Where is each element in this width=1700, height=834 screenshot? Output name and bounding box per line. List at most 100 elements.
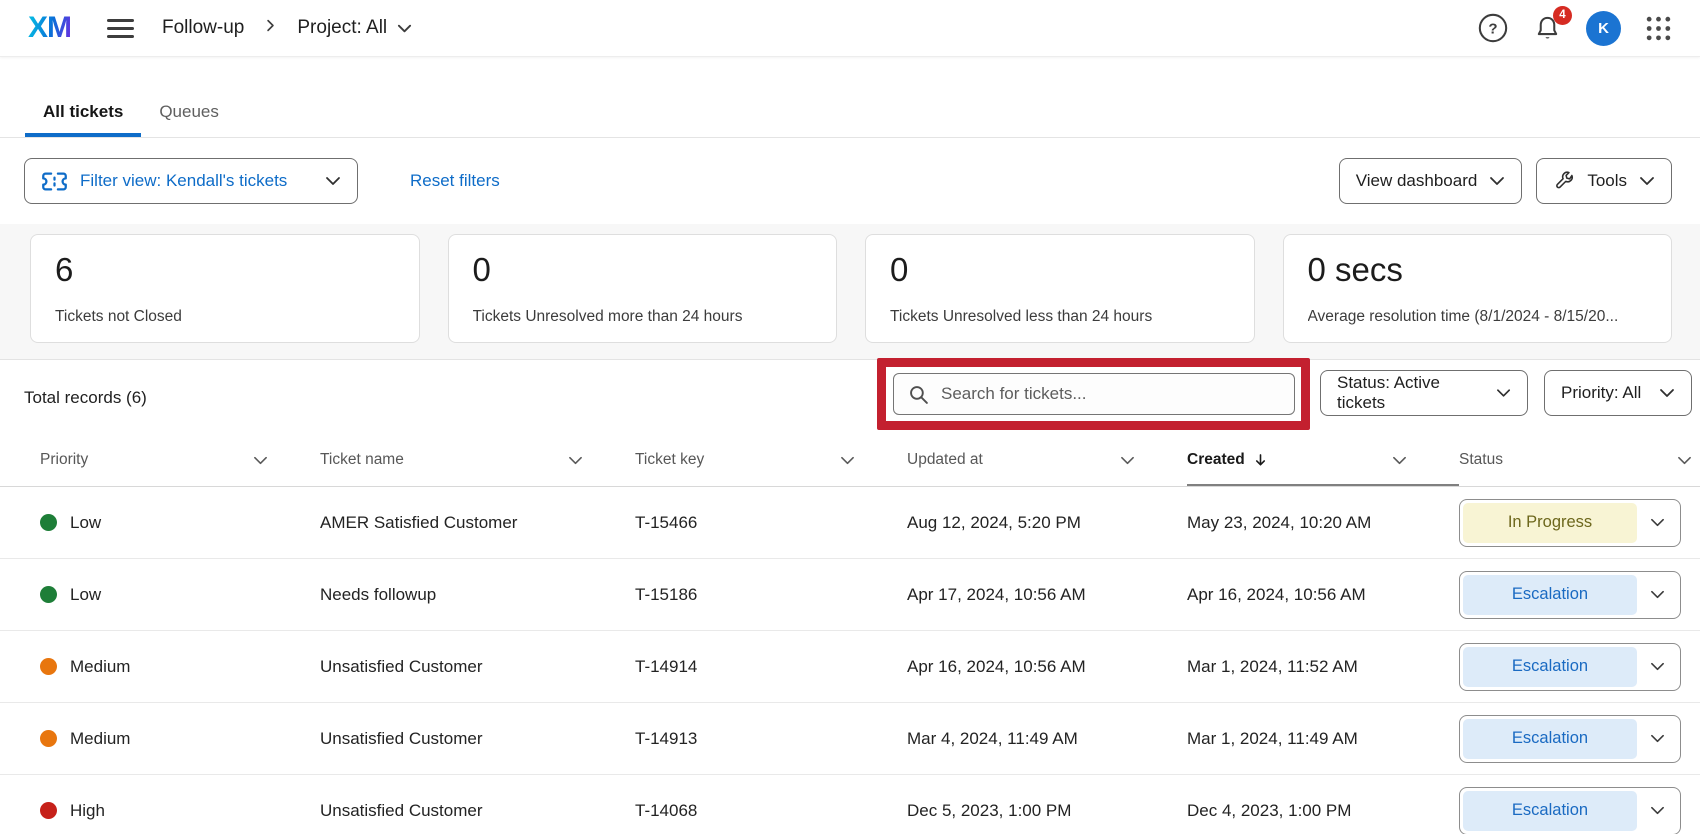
column-header-priority[interactable]: Priority: [40, 434, 320, 486]
cell-ticket-name[interactable]: Unsatisfied Customer: [320, 729, 635, 749]
cell-ticket-key: T-14914: [635, 657, 907, 677]
notifications-bell-icon[interactable]: 4: [1533, 13, 1562, 44]
chevron-down-icon: [1650, 731, 1665, 746]
updated-at: Apr 17, 2024, 10:56 AM: [907, 585, 1086, 605]
menu-icon[interactable]: [107, 19, 134, 38]
priority-label: Medium: [70, 657, 130, 677]
reset-filters-link[interactable]: Reset filters: [410, 171, 500, 191]
tools-dropdown[interactable]: Tools: [1536, 158, 1672, 204]
status-badge: Escalation: [1463, 791, 1637, 831]
project-selector[interactable]: Project: All: [297, 17, 412, 39]
chevron-down-icon[interactable]: [1637, 575, 1677, 615]
priority-label: Low: [70, 585, 101, 605]
wrench-icon: [1553, 170, 1575, 192]
cell-ticket-key: T-15466: [635, 513, 907, 533]
column-label: Created: [1187, 451, 1245, 469]
table-controls: Total records (6) Status: Active tickets…: [0, 360, 1700, 434]
status-dropdown[interactable]: Escalation: [1459, 571, 1681, 619]
column-header-status[interactable]: Status: [1459, 434, 1700, 486]
status-dropdown[interactable]: Escalation: [1459, 643, 1681, 691]
status-dropdown[interactable]: In Progress: [1459, 499, 1681, 547]
column-header-created[interactable]: Created: [1187, 434, 1459, 486]
stat-card-tickets-unresolved-less-: 0 Tickets Unresolved less than 24 hours: [865, 234, 1255, 343]
cell-priority: Low: [40, 513, 320, 533]
cell-ticket-name[interactable]: Unsatisfied Customer: [320, 801, 635, 821]
cell-priority: Medium: [40, 729, 320, 749]
created-at: Mar 1, 2024, 11:52 AM: [1187, 657, 1358, 677]
cell-updated-at: Mar 4, 2024, 11:49 AM: [907, 729, 1187, 749]
ticket-search[interactable]: [893, 373, 1295, 415]
column-label: Priority: [40, 451, 88, 469]
help-icon[interactable]: ?: [1477, 12, 1509, 44]
status-badge: In Progress: [1463, 503, 1637, 543]
table-row[interactable]: Medium Unsatisfied Customer T-14913 Mar …: [0, 703, 1700, 775]
updated-at: Mar 4, 2024, 11:49 AM: [907, 729, 1078, 749]
ticket-name: Needs followup: [320, 585, 436, 605]
stat-value: 0: [473, 251, 813, 289]
cell-status: Escalation: [1459, 643, 1700, 691]
cell-updated-at: Aug 12, 2024, 5:20 PM: [907, 513, 1187, 533]
notification-badge: 4: [1553, 6, 1572, 25]
column-label: Ticket key: [635, 451, 704, 469]
cell-status: Escalation: [1459, 715, 1700, 763]
chevron-down-icon[interactable]: [1637, 719, 1677, 759]
column-header-ticket-name[interactable]: Ticket name: [320, 434, 635, 486]
chevron-down-icon[interactable]: [1637, 647, 1677, 687]
search-input[interactable]: [941, 384, 1280, 404]
cell-ticket-name[interactable]: AMER Satisfied Customer: [320, 513, 635, 533]
tab-queues[interactable]: Queues: [141, 90, 237, 137]
cell-status: In Progress: [1459, 499, 1700, 547]
created-at: Dec 4, 2023, 1:00 PM: [1187, 801, 1351, 821]
created-at: Apr 16, 2024, 10:56 AM: [1187, 585, 1366, 605]
chevron-down-icon: [1120, 453, 1135, 468]
cell-updated-at: Apr 16, 2024, 10:56 AM: [907, 657, 1187, 677]
cell-status: Escalation: [1459, 787, 1700, 834]
status-dropdown[interactable]: Escalation: [1459, 787, 1681, 834]
breadcrumb-section[interactable]: Follow-up: [162, 17, 244, 39]
status-filter-dropdown[interactable]: Status: Active tickets: [1320, 370, 1528, 416]
cell-ticket-key: T-15186: [635, 585, 907, 605]
table-row[interactable]: Low Needs followup T-15186 Apr 17, 2024,…: [0, 559, 1700, 631]
stat-card-average-resolution-time-: 0 secs Average resolution time (8/1/2024…: [1283, 234, 1673, 343]
column-header-updated-at[interactable]: Updated at: [907, 434, 1187, 486]
cell-priority: Low: [40, 585, 320, 605]
stat-label: Tickets not Closed: [55, 308, 395, 326]
stat-value: 0 secs: [1308, 251, 1648, 289]
chevron-down-icon: [1639, 173, 1655, 189]
sort-desc-icon: [1253, 453, 1268, 468]
view-dashboard-dropdown[interactable]: View dashboard: [1339, 158, 1523, 204]
chevron-down-icon: [1650, 515, 1665, 530]
cell-created: May 23, 2024, 10:20 AM: [1187, 513, 1459, 533]
chevron-down-icon[interactable]: [1637, 503, 1677, 543]
chevron-down-icon: [1392, 453, 1407, 468]
cell-created: Mar 1, 2024, 11:52 AM: [1187, 657, 1459, 677]
column-label: Ticket name: [320, 451, 404, 469]
priority-dot: [40, 658, 57, 675]
table-row[interactable]: Low AMER Satisfied Customer T-15466 Aug …: [0, 487, 1700, 559]
filter-view-dropdown[interactable]: Filter view: Kendall's tickets: [24, 158, 358, 204]
ticket-name: Unsatisfied Customer: [320, 729, 483, 749]
table-row[interactable]: Medium Unsatisfied Customer T-14914 Apr …: [0, 631, 1700, 703]
stat-label: Average resolution time (8/1/2024 - 8/15…: [1308, 308, 1648, 326]
status-dropdown[interactable]: Escalation: [1459, 715, 1681, 763]
column-label: Updated at: [907, 451, 983, 469]
chevron-down-icon[interactable]: [1637, 791, 1677, 831]
tab-all-tickets[interactable]: All tickets: [25, 90, 141, 137]
chevron-down-icon: [1650, 587, 1665, 602]
cell-created: Apr 16, 2024, 10:56 AM: [1187, 585, 1459, 605]
stat-label: Tickets Unresolved more than 24 hours: [473, 308, 813, 326]
app-grid-icon[interactable]: [1645, 15, 1672, 42]
cell-ticket-name[interactable]: Unsatisfied Customer: [320, 657, 635, 677]
priority-dot: [40, 514, 57, 531]
column-header-ticket-key[interactable]: Ticket key: [635, 434, 907, 486]
priority-filter-dropdown[interactable]: Priority: All: [1544, 370, 1692, 416]
status-badge: Escalation: [1463, 719, 1637, 759]
table-row[interactable]: High Unsatisfied Customer T-14068 Dec 5,…: [0, 775, 1700, 834]
updated-at: Aug 12, 2024, 5:20 PM: [907, 513, 1081, 533]
cell-ticket-name[interactable]: Needs followup: [320, 585, 635, 605]
column-label: Status: [1459, 451, 1503, 469]
chevron-down-icon: [840, 453, 855, 468]
stats-band: 6 Tickets not Closed 0 Tickets Unresolve…: [0, 224, 1700, 360]
avatar[interactable]: K: [1586, 11, 1621, 46]
ticket-tabs: All tickets Queues: [0, 57, 1700, 138]
